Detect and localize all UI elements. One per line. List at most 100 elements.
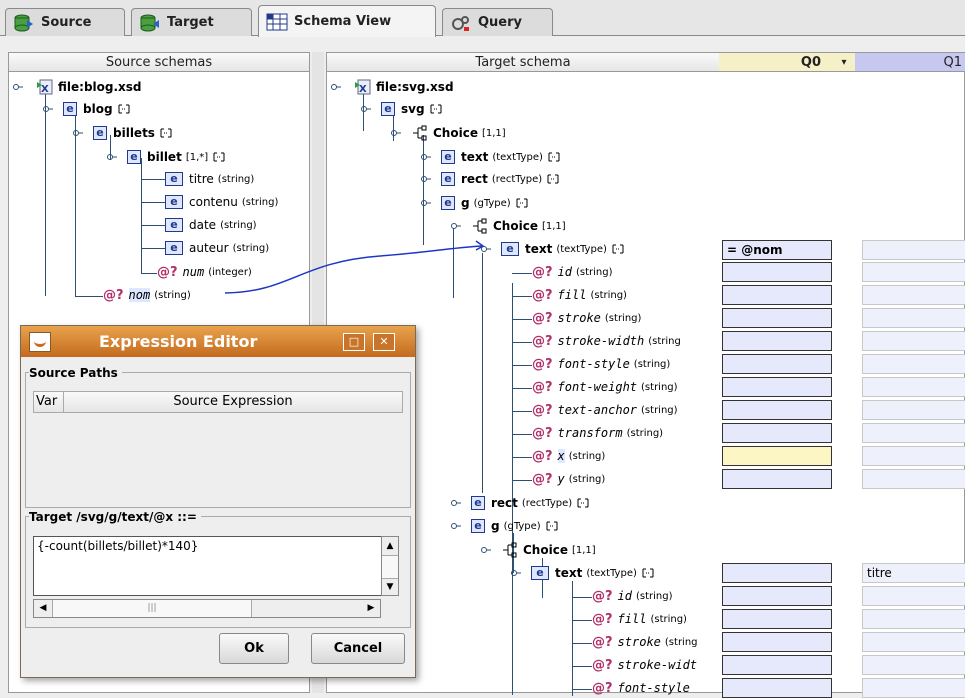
- target-attr2-stroke-widt[interactable]: @? stroke-widt: [592, 655, 701, 675]
- q1-attr-cell[interactable]: [862, 331, 965, 351]
- q1-text-cell-2[interactable]: titre: [862, 563, 965, 583]
- target-node-g-2[interactable]: e g (gType): [451, 516, 559, 536]
- target-choice-1[interactable]: Choice [1,1]: [391, 123, 506, 143]
- target-choice-3[interactable]: Choice [1,1]: [481, 540, 596, 560]
- expand-toggle-icon[interactable]: [421, 174, 431, 184]
- q1-attr-cell[interactable]: [862, 377, 965, 397]
- target-node-rect-2[interactable]: e rect (rectType): [451, 493, 590, 513]
- expand-toggle-icon[interactable]: [391, 128, 401, 138]
- target-attr2-fill[interactable]: @? fill (string): [592, 609, 687, 629]
- source-attr-nom[interactable]: @? nom (string): [103, 285, 191, 305]
- column-menu-icon[interactable]: ▾: [833, 53, 855, 72]
- q0-attr-cell[interactable]: [722, 285, 832, 305]
- dialog-title-bar[interactable]: Expression Editor □ ✕: [21, 326, 415, 357]
- expand-toggle-icon[interactable]: [451, 221, 461, 231]
- expand-toggle-icon[interactable]: [421, 152, 431, 162]
- q0-attr-cell-2[interactable]: [722, 632, 832, 652]
- target-attr-transform[interactable]: @? transform (string): [532, 423, 663, 443]
- target-schema-pane[interactable]: Target schema Q0 ▾ Q1 Xfile:svg.xsd e svg C…: [326, 52, 965, 698]
- q0-attr-cell[interactable]: [722, 354, 832, 374]
- q0-attr-cell-2[interactable]: [722, 678, 832, 698]
- expression-editor-dialog[interactable]: Expression Editor □ ✕ Source Paths Var S…: [20, 325, 416, 678]
- q0-attr-cell[interactable]: [722, 308, 832, 328]
- q0-text-cell-2[interactable]: [722, 563, 832, 583]
- target-attr-stroke[interactable]: @? stroke (string): [532, 308, 641, 328]
- q1-attr-cell[interactable]: [862, 423, 965, 443]
- target-attr2-font-style[interactable]: @? font-style: [592, 678, 694, 698]
- var-column-header[interactable]: Var: [34, 392, 64, 412]
- q0-attr-cell[interactable]: [722, 423, 832, 443]
- expression-textarea[interactable]: {-count(billets/billet)*140}: [33, 536, 399, 596]
- q0-attr-cell[interactable]: [722, 469, 832, 489]
- expand-toggle-icon[interactable]: [451, 521, 461, 531]
- target-node-rect[interactable]: e rect (rectType): [421, 169, 560, 189]
- tab-target[interactable]: Target: [131, 8, 252, 36]
- q0-attr-cell[interactable]: [722, 377, 832, 397]
- expand-toggle-icon[interactable]: [13, 82, 23, 92]
- q0-x-cell-selected[interactable]: [722, 446, 832, 466]
- q0-attr-cell-2[interactable]: [722, 586, 832, 606]
- q1-attr-cell[interactable]: [862, 469, 965, 489]
- target-attr2-id[interactable]: @? id (string): [592, 586, 673, 606]
- target-node-svg[interactable]: e svg: [361, 99, 443, 119]
- horizontal-scrollbar[interactable]: ◀ ||| ▶: [33, 599, 381, 618]
- expand-toggle-icon[interactable]: [481, 244, 491, 254]
- maximize-icon[interactable]: □: [343, 333, 365, 351]
- cancel-button[interactable]: Cancel: [311, 633, 405, 664]
- source-node-contenu[interactable]: e contenu (string): [165, 192, 278, 212]
- expand-toggle-icon[interactable]: [481, 545, 491, 555]
- expand-toggle-icon[interactable]: [361, 104, 371, 114]
- source-node-titre[interactable]: e titre (string): [165, 169, 254, 189]
- target-attr-font-style[interactable]: @? font-style (string): [532, 354, 670, 374]
- q0-text-cell[interactable]: = @nom: [722, 240, 832, 260]
- source-root-file[interactable]: X file:blog.xsd: [13, 77, 142, 97]
- q1-attr-cell[interactable]: [862, 400, 965, 420]
- expand-toggle-icon[interactable]: [73, 128, 83, 138]
- expand-toggle-icon[interactable]: [331, 82, 341, 92]
- target-node-g[interactable]: e g (gType): [421, 193, 529, 213]
- target-root-file[interactable]: Xfile:svg.xsd: [331, 77, 454, 97]
- expression-column-header[interactable]: Source Expression: [64, 392, 402, 412]
- target-attr-x[interactable]: @? x (string): [532, 446, 605, 466]
- q0-attr-cell[interactable]: [722, 331, 832, 351]
- expand-toggle-icon[interactable]: [511, 568, 521, 578]
- q1-attr-cell[interactable]: [862, 262, 965, 282]
- target-attr-text-anchor[interactable]: @? text-anchor (string): [532, 400, 678, 420]
- q1-attr-cell[interactable]: [862, 308, 965, 328]
- target-node-text-2[interactable]: e text (textType): [511, 563, 655, 583]
- source-node-billet[interactable]: e billet [1,*]: [107, 147, 226, 167]
- q1-attr-cell-2[interactable]: [862, 586, 965, 606]
- expand-toggle-icon[interactable]: [107, 152, 117, 162]
- q0-attr-cell-2[interactable]: [722, 609, 832, 629]
- q1-column-header[interactable]: Q1: [855, 53, 965, 72]
- q1-attr-cell[interactable]: [862, 354, 965, 374]
- target-attr-id[interactable]: @? id (string): [532, 262, 613, 282]
- q1-attr-cell[interactable]: [862, 446, 965, 466]
- source-node-billets[interactable]: e billets: [73, 123, 173, 143]
- expand-toggle-icon[interactable]: [421, 198, 431, 208]
- q0-attr-cell[interactable]: [722, 400, 832, 420]
- q1-attr-cell-2[interactable]: [862, 609, 965, 629]
- target-attr-fill[interactable]: @? fill (string): [532, 285, 627, 305]
- q0-attr-cell[interactable]: [722, 262, 832, 282]
- source-node-auteur[interactable]: e auteur (string): [165, 238, 269, 258]
- tab-query[interactable]: Query: [442, 8, 553, 36]
- vertical-scrollbar[interactable]: ▲ ▼: [381, 536, 399, 596]
- source-attr-num[interactable]: @? num (integer): [157, 262, 252, 282]
- expand-toggle-icon[interactable]: [451, 498, 461, 508]
- target-attr2-stroke[interactable]: @? stroke (string: [592, 632, 698, 652]
- q0-attr-cell-2[interactable]: [722, 655, 832, 675]
- q1-attr-cell-2[interactable]: [862, 632, 965, 652]
- q1-attr-cell-2[interactable]: [862, 655, 965, 675]
- ok-button[interactable]: Ok: [219, 633, 289, 664]
- q1-text-cell[interactable]: [862, 240, 965, 260]
- close-icon[interactable]: ✕: [373, 333, 395, 351]
- source-node-blog[interactable]: e blog: [43, 99, 131, 119]
- target-attr-stroke-width[interactable]: @? stroke-width (string: [532, 331, 681, 351]
- target-choice-2[interactable]: Choice [1,1]: [451, 216, 566, 236]
- q0-column-header[interactable]: Q0: [719, 53, 833, 72]
- q1-attr-cell[interactable]: [862, 285, 965, 305]
- target-node-text-mapped[interactable]: e text (textType): [481, 239, 625, 259]
- expand-toggle-icon[interactable]: [43, 104, 53, 114]
- tab-schema-view[interactable]: Schema View: [258, 5, 436, 37]
